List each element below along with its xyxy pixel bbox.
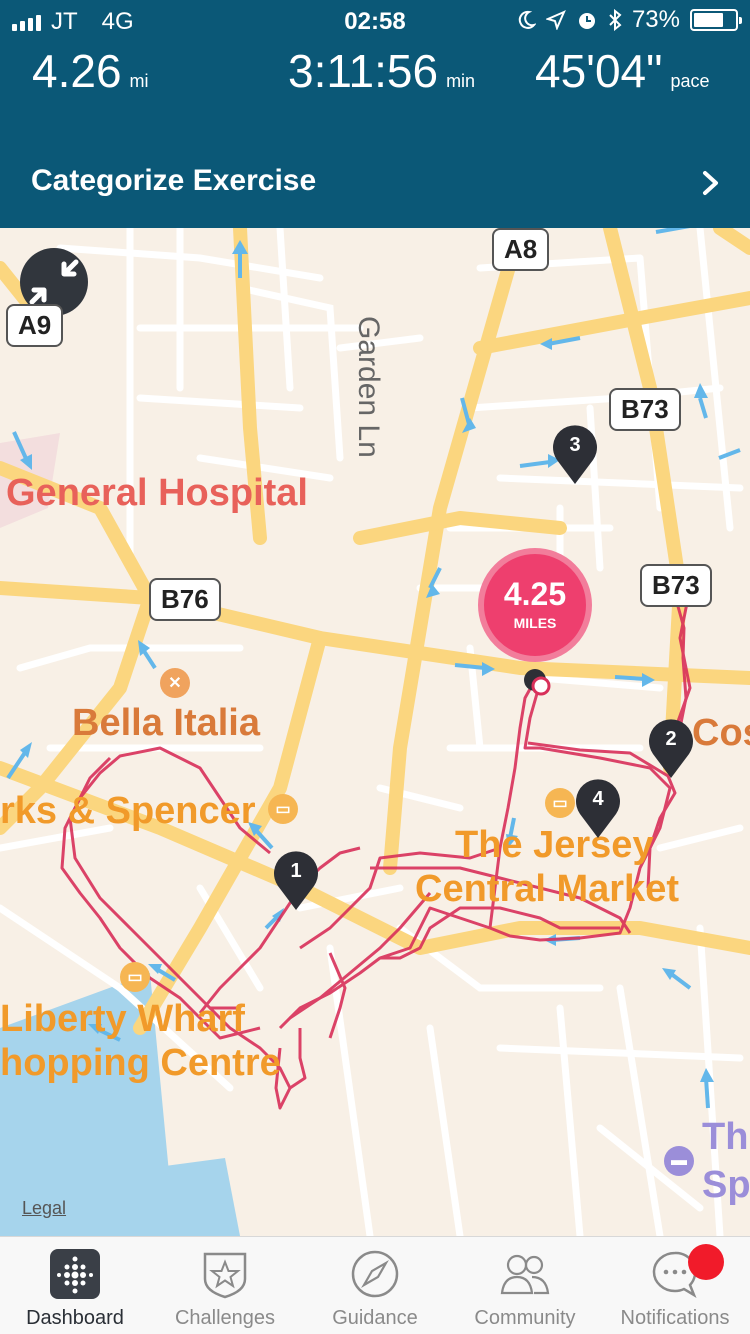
place-jersey-market-line1[interactable]: The Jersey	[455, 824, 654, 867]
shopping-bag-icon[interactable]: ▭	[545, 788, 575, 818]
distance-stat: 4.26 mi	[32, 44, 149, 98]
workout-header: JT 4G 02:58 73% 4.26 mi 3:11:56 min 45'0…	[0, 0, 750, 228]
place-hotel-line2[interactable]: Sp	[702, 1164, 750, 1207]
dashboard-dots-icon	[50, 1249, 100, 1299]
moon-icon	[518, 10, 536, 29]
legal-link[interactable]: Legal	[22, 1198, 66, 1219]
compass-icon	[351, 1250, 399, 1298]
shopping-bag-icon[interactable]: ▭	[120, 962, 150, 992]
distance-bubble-unit: MILES	[513, 615, 557, 631]
tab-label: Dashboard	[26, 1307, 124, 1329]
road-sign-a9: A9	[6, 304, 64, 347]
star-shield-icon	[203, 1252, 247, 1299]
battery-icon	[690, 9, 742, 31]
street-label-garden-ln: Garden Ln	[352, 316, 385, 458]
tab-community[interactable]: Community	[450, 1237, 600, 1334]
place-hotel-line1[interactable]: Th	[702, 1116, 748, 1159]
chevron-right-icon	[703, 171, 718, 195]
distance-unit: mi	[129, 71, 149, 91]
road-sign-b73-upper: B73	[609, 388, 681, 431]
split-marker-label: 2	[665, 728, 677, 750]
tab-dashboard[interactable]: Dashboard	[0, 1237, 150, 1334]
distance-value: 4.26	[32, 45, 122, 97]
pace-stat: 45'04" pace	[535, 44, 710, 98]
alarm-icon	[578, 13, 595, 29]
split-marker-3[interactable]: 3	[551, 424, 599, 486]
road-sign-b73-lower: B73	[640, 564, 712, 607]
categorize-exercise-row[interactable]: Categorize Exercise	[0, 150, 750, 214]
split-marker-label: 1	[290, 860, 302, 882]
place-liberty-wharf-line1[interactable]: Liberty Wharf	[0, 998, 245, 1041]
distance-bubble-value: 4.25	[503, 576, 567, 612]
tab-notifications[interactable]: Notifications	[600, 1237, 750, 1334]
place-general-hospital[interactable]: General Hospital	[6, 472, 308, 515]
split-marker-label: 4	[592, 788, 604, 810]
shopping-bag-icon[interactable]: ▭	[268, 794, 298, 824]
tab-label: Notifications	[620, 1307, 730, 1329]
status-bar: JT 4G 02:58 73%	[0, 0, 750, 40]
battery-percent: 73%	[631, 6, 680, 33]
tab-challenges[interactable]: Challenges	[150, 1237, 300, 1334]
categorize-exercise-label: Categorize Exercise	[31, 164, 317, 197]
place-bella-italia[interactable]: Bella Italia	[72, 702, 260, 745]
tab-label: Challenges	[174, 1307, 276, 1329]
road-sign-b76: B76	[149, 578, 221, 621]
tab-label: Community	[474, 1307, 576, 1329]
split-marker-2[interactable]: 2	[647, 718, 695, 780]
pace-unit: pace	[670, 71, 710, 91]
place-partial-right[interactable]: Cos	[692, 712, 750, 755]
tab-label: Guidance	[332, 1307, 418, 1329]
place-jersey-market-line2[interactable]: Central Market	[415, 868, 679, 911]
tab-guidance[interactable]: Guidance	[300, 1237, 450, 1334]
bluetooth-icon	[609, 9, 622, 31]
route-map[interactable]: A8 A9 B73 B76 B73 Garden Ln General Hosp…	[0, 228, 750, 1236]
split-marker-label: 3	[569, 434, 581, 456]
people-icon	[500, 1254, 550, 1295]
pace-value: 45'04"	[535, 45, 663, 97]
tab-bar: Dashboard Challenges Guidance Community …	[0, 1236, 750, 1334]
duration-value: 3:11:56	[288, 45, 439, 97]
duration-unit: min	[446, 71, 476, 91]
duration-stat: 3:11:56 min	[288, 44, 475, 98]
notification-badge	[688, 1244, 724, 1280]
road-sign-a8: A8	[492, 228, 550, 271]
location-arrow-icon	[545, 10, 566, 30]
distance-bubble: 4.25 MILES	[478, 548, 592, 662]
split-marker-4[interactable]: 4	[574, 778, 622, 840]
split-marker-1[interactable]: 1	[272, 850, 320, 912]
place-liberty-wharf-line2[interactable]: hopping Centre	[0, 1042, 281, 1085]
restaurant-icon[interactable]: ✕	[160, 668, 190, 698]
place-marks-spencer[interactable]: rks & Spencer	[0, 790, 256, 833]
hotel-icon[interactable]: ▬	[664, 1146, 694, 1176]
